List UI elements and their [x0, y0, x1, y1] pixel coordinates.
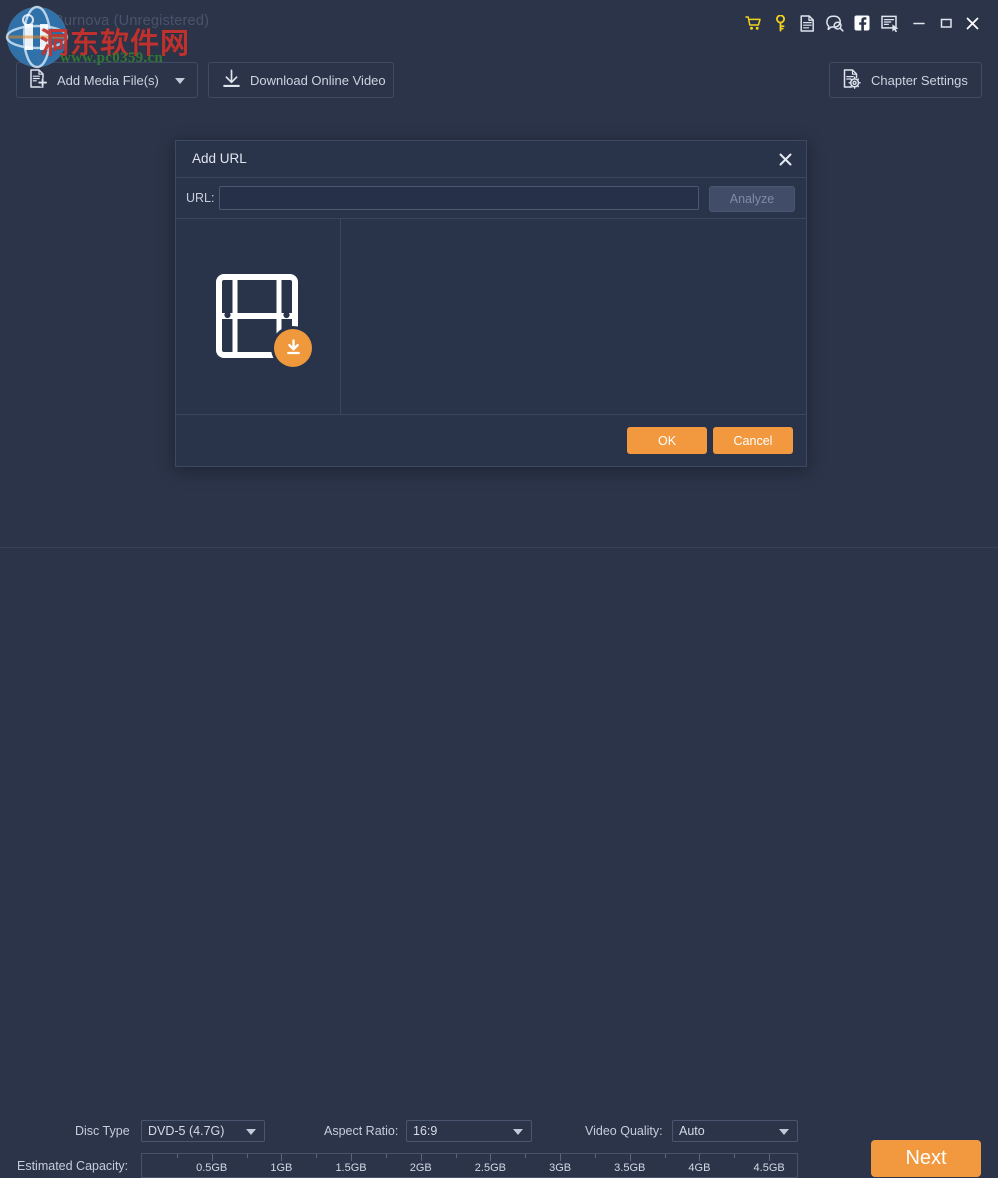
ruler-tick-major: [351, 1154, 353, 1161]
ruler-tick-major: [420, 1154, 422, 1161]
video-quality-value: Auto: [679, 1124, 705, 1138]
ruler-tick-minor: [664, 1154, 666, 1158]
chevron-down-icon: [779, 1129, 789, 1135]
ruler-tick-minor: [316, 1154, 318, 1158]
cancel-button[interactable]: Cancel: [713, 427, 793, 454]
dialog-preview-pane: [176, 219, 341, 414]
ruler-tick-minor: [594, 1154, 596, 1158]
app-title: Burnova (Unregistered): [54, 13, 210, 29]
ruler-tick-major: [699, 1154, 701, 1161]
disc-type-value: DVD-5 (4.7G): [148, 1124, 225, 1138]
aspect-ratio-select[interactable]: 16:9: [406, 1120, 532, 1142]
dialog-body: [176, 218, 806, 415]
ruler-tick-label: 2.5GB: [474, 1162, 506, 1174]
download-badge-icon: [274, 328, 312, 367]
ruler-tick-major: [490, 1154, 492, 1161]
download-online-video-label: Download Online Video: [250, 72, 386, 88]
document-icon[interactable]: [794, 11, 821, 35]
video-quality-label: Video Quality:: [585, 1124, 663, 1138]
close-icon[interactable]: [959, 11, 986, 35]
support-chat-icon[interactable]: [821, 11, 848, 35]
ruler-tick-label: 3GB: [549, 1162, 572, 1174]
disc-type-select[interactable]: DVD-5 (4.7G): [141, 1120, 265, 1142]
video-quality-select[interactable]: Auto: [672, 1120, 798, 1142]
toolbar: Add Media File(s) Download Online Video: [0, 54, 998, 108]
add-media-files-label: Add Media File(s): [57, 72, 159, 88]
ruler-tick-minor: [525, 1154, 527, 1158]
aspect-ratio-value: 16:9: [413, 1124, 438, 1138]
aspect-ratio-label: Aspect Ratio:: [324, 1124, 399, 1138]
document-plus-icon: [30, 69, 48, 91]
ruler-tick-major: [560, 1154, 562, 1161]
key-icon[interactable]: [767, 11, 794, 35]
ruler-tick-minor: [734, 1154, 736, 1158]
disc-type-label: Disc Type: [75, 1124, 130, 1138]
chevron-down-icon: [513, 1129, 523, 1135]
ruler-tick-major: [281, 1154, 283, 1161]
add-media-files-button[interactable]: Add Media File(s): [16, 62, 198, 98]
ruler-tick-label: 1GB: [270, 1162, 293, 1174]
chapter-settings-button[interactable]: Chapter Settings: [829, 62, 982, 98]
chevron-down-icon[interactable]: [175, 78, 185, 84]
ruler-tick-minor: [246, 1154, 248, 1158]
download-icon: [222, 69, 241, 92]
ruler-tick-label: 3.5GB: [614, 1162, 646, 1174]
analyze-button[interactable]: Analyze: [709, 186, 795, 212]
bottom-settings-bar: Disc Type DVD-5 (4.7G) Aspect Ratio: 16:…: [0, 547, 998, 1178]
minimize-icon[interactable]: [905, 11, 932, 35]
chapter-settings-label: Chapter Settings: [871, 72, 968, 88]
url-input[interactable]: [219, 186, 699, 210]
feedback-icon[interactable]: [875, 11, 905, 35]
ruler-tick-label: 4.5GB: [753, 1162, 785, 1174]
ruler-tick-label: 0.5GB: [196, 1162, 228, 1174]
add-url-dialog: Add URL URL: Analyze OK Cancel: [175, 140, 807, 467]
estimated-capacity-label: Estimated Capacity:: [17, 1159, 129, 1173]
dialog-title: Add URL: [192, 151, 247, 166]
ruler-tick-label: 4GB: [688, 1162, 711, 1174]
ruler-tick-major: [629, 1154, 631, 1161]
url-label: URL:: [186, 191, 215, 205]
chevron-down-icon: [246, 1129, 256, 1135]
ruler-tick-minor: [455, 1154, 457, 1158]
ruler-tick-label: 2GB: [409, 1162, 432, 1174]
ruler-tick-major: [769, 1154, 771, 1161]
film-strip-download-icon: [215, 271, 312, 367]
dialog-close-icon[interactable]: [775, 149, 795, 169]
cart-icon[interactable]: [740, 11, 767, 35]
ruler-tick-minor: [385, 1154, 387, 1158]
ruler-tick-minor: [176, 1154, 178, 1158]
maximize-icon[interactable]: [932, 11, 959, 35]
document-gear-icon: [843, 68, 862, 92]
dialog-footer: OK Cancel: [176, 414, 806, 466]
ruler-tick-major: [211, 1154, 213, 1161]
ruler-tick-label: 1.5GB: [335, 1162, 367, 1174]
download-online-video-button[interactable]: Download Online Video: [208, 62, 394, 98]
dialog-result-pane: [341, 219, 806, 414]
titlebar-icon-group: [740, 11, 986, 35]
facebook-icon[interactable]: [848, 11, 875, 35]
ok-button[interactable]: OK: [627, 427, 707, 454]
next-button[interactable]: Next: [871, 1140, 981, 1177]
dialog-header: Add URL: [176, 141, 806, 178]
title-bar: Burnova (Unregistered): [0, 0, 998, 44]
estimated-capacity-ruler: 0.5GB 1GB 1.5GB 2GB 2.5GB 3GB 3.5GB 4GB 4.5GB: [141, 1153, 798, 1178]
url-input-row: URL: Analyze: [176, 178, 806, 219]
